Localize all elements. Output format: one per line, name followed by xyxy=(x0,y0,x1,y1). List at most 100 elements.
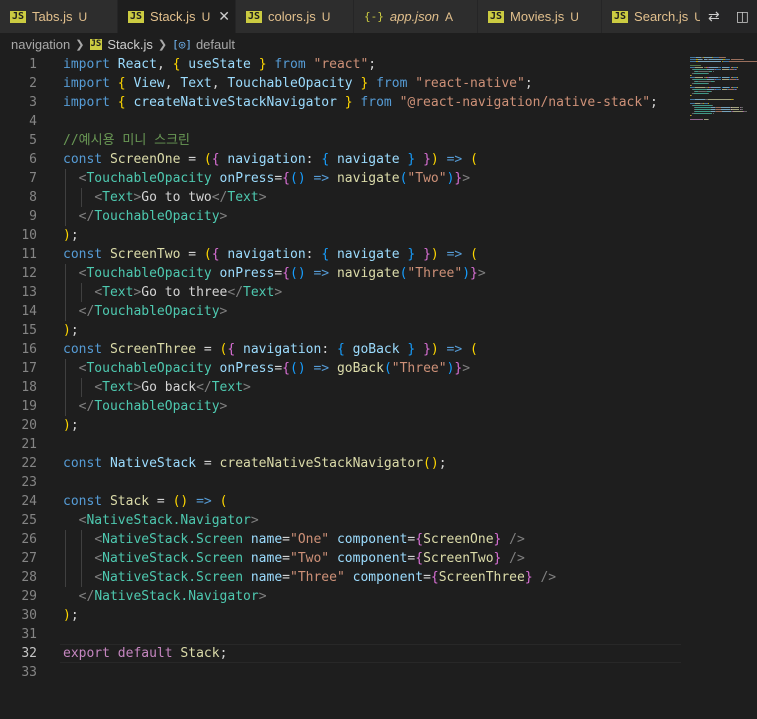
code-line[interactable]: 25 <NativeStack.Navigator> xyxy=(0,511,690,530)
line-number: 17 xyxy=(21,361,37,376)
line-number: 13 xyxy=(21,285,37,300)
split-editor-icon[interactable]: ◫ xyxy=(736,8,749,25)
code-line[interactable]: 14 </TouchableOpacity> xyxy=(0,302,690,321)
tab-stack-js[interactable]: JS Stack.js U ✕ xyxy=(118,0,236,33)
code-line[interactable]: 32 export default Stack; xyxy=(0,644,690,663)
code-line[interactable]: 12 <TouchableOpacity onPress={() => navi… xyxy=(0,264,690,283)
minimap-stroke xyxy=(731,107,740,108)
line-number: 27 xyxy=(21,551,37,566)
code-line[interactable]: 11 const ScreenTwo = ({ navigation: { nav… xyxy=(0,245,690,264)
code-editor[interactable]: 1 import React, { useState } from "react"… xyxy=(0,55,690,719)
tab-search-js[interactable]: JS Search.js U xyxy=(602,0,703,33)
code-line[interactable]: 6 const ScreenOne = ({ navigation: { navi… xyxy=(0,150,690,169)
compare-changes-icon[interactable]: ⇄ xyxy=(708,8,720,25)
code-line[interactable]: 4 xyxy=(0,112,690,131)
code-text: //예시용 미니 스크린 xyxy=(63,133,190,148)
code-line[interactable]: 7 <TouchableOpacity onPress={() => navig… xyxy=(0,169,690,188)
code-line[interactable]: 10); xyxy=(0,226,690,245)
code-line[interactable]: 15); xyxy=(0,321,690,340)
code-line[interactable]: 5 //예시용 미니 스크린 xyxy=(0,131,690,150)
code-line[interactable]: 17 <TouchableOpacity onPress={() => goBa… xyxy=(0,359,690,378)
minimap-stroke xyxy=(721,79,729,80)
code-line[interactable]: 19 </TouchableOpacity> xyxy=(0,397,690,416)
git-status-badge: A xyxy=(445,9,454,24)
minimap-stroke xyxy=(694,109,711,110)
minimap[interactable] xyxy=(688,55,757,125)
code-line[interactable]: 20); xyxy=(0,416,690,435)
code-line[interactable]: 23 xyxy=(0,473,690,492)
chevron-right-icon: ❯ xyxy=(75,38,85,51)
editor-actions: ⇄ ◫ xyxy=(700,0,757,33)
git-status-badge: U xyxy=(570,9,579,24)
code-line[interactable]: 30); xyxy=(0,606,690,625)
minimap-stroke xyxy=(708,103,709,104)
line-number: 32 xyxy=(21,646,37,661)
js-icon: JS xyxy=(612,10,629,23)
code-line[interactable]: 28 <NativeStack.Screen name="Three" comp… xyxy=(0,568,690,587)
line-number: 6 xyxy=(29,152,37,167)
tab-movies-js[interactable]: JS Movies.js U xyxy=(478,0,602,33)
code-line[interactable]: 26 <NativeStack.Screen name="One" compon… xyxy=(0,530,690,549)
code-line[interactable]: 33 xyxy=(0,663,690,682)
minimap-stroke xyxy=(711,105,713,106)
json-icon: {-} xyxy=(364,10,384,23)
js-icon: JS xyxy=(128,10,145,23)
minimap-stroke xyxy=(693,73,708,74)
minimap-stroke xyxy=(710,91,712,92)
minimap-stroke xyxy=(692,79,708,80)
code-line[interactable]: 24 const Stack = () => ( xyxy=(0,492,690,511)
minimap-stroke xyxy=(728,61,757,62)
minimap-stroke xyxy=(695,87,706,88)
code-text: import React, { useState } from "react"; xyxy=(63,57,377,72)
code-text: const ScreenTwo = ({ navigation: { navig… xyxy=(63,247,478,262)
code-text: <Text>Go back</Text> xyxy=(94,380,251,395)
tab-label: Search.js xyxy=(634,9,689,24)
breadcrumb-folder[interactable]: navigation xyxy=(11,37,70,52)
minimap-stroke xyxy=(722,111,732,112)
code-line[interactable]: 31 xyxy=(0,625,690,644)
code-text: </TouchableOpacity> xyxy=(78,399,228,414)
breadcrumb-file[interactable]: Stack.js xyxy=(107,37,153,52)
line-number: 3 xyxy=(29,95,37,110)
line-number: 30 xyxy=(21,608,37,623)
code-line[interactable]: 21 xyxy=(0,435,690,454)
close-icon[interactable]: ✕ xyxy=(218,8,230,25)
tab-label: Tabs.js xyxy=(32,9,73,24)
tab-colors-js[interactable]: JS colors.js U xyxy=(236,0,354,33)
tab-app-json[interactable]: {-} app.json A xyxy=(354,0,478,33)
minimap-stroke xyxy=(737,79,739,80)
code-line[interactable]: 16 const ScreenThree = ({ navigation: { g… xyxy=(0,340,690,359)
code-line[interactable]: 1 import React, { useState } from "react"… xyxy=(0,55,690,74)
line-number: 24 xyxy=(21,494,37,509)
minimap-stroke xyxy=(694,111,711,112)
minimap-stroke xyxy=(692,69,708,70)
minimap-stroke xyxy=(708,119,709,120)
code-line[interactable]: 3 import { createNativeStackNavigator } f… xyxy=(0,93,690,112)
code-text: <NativeStack.Navigator> xyxy=(78,513,259,528)
chevron-right-icon: ❯ xyxy=(157,38,168,51)
code-text: ); xyxy=(63,228,79,243)
line-number: 14 xyxy=(21,304,37,319)
minimap-stroke xyxy=(690,95,692,96)
js-icon: JS xyxy=(488,10,505,23)
code-line[interactable]: 13 <Text>Go to three</Text> xyxy=(0,283,690,302)
git-status-badge: U xyxy=(78,9,88,24)
minimap-stroke xyxy=(708,99,732,100)
minimap-stroke xyxy=(698,61,722,62)
code-line[interactable]: 29 </NativeStack.Navigator> xyxy=(0,587,690,606)
minimap-stroke xyxy=(725,57,727,58)
line-number: 18 xyxy=(21,380,37,395)
tab-tabs-js[interactable]: JS Tabs.js U xyxy=(0,0,118,33)
code-line[interactable]: 27 <NativeStack.Screen name="Two" compon… xyxy=(0,549,690,568)
code-line[interactable]: 2 import { View, Text, TouchableOpacity }… xyxy=(0,74,690,93)
line-number: 12 xyxy=(21,266,37,281)
code-line[interactable]: 22 const NativeStack = createNativeStackN… xyxy=(0,454,690,473)
minimap-stroke xyxy=(693,113,713,114)
minimap-stroke xyxy=(695,67,704,68)
code-line[interactable]: 8 <Text>Go to two</Text> xyxy=(0,188,690,207)
code-text: <TouchableOpacity onPress={() => navigat… xyxy=(78,171,471,186)
code-line[interactable]: 18 <Text>Go back</Text> xyxy=(0,378,690,397)
breadcrumb-symbol[interactable]: default xyxy=(196,37,235,52)
tab-label: Stack.js xyxy=(150,9,196,24)
code-line[interactable]: 9 </TouchableOpacity> xyxy=(0,207,690,226)
